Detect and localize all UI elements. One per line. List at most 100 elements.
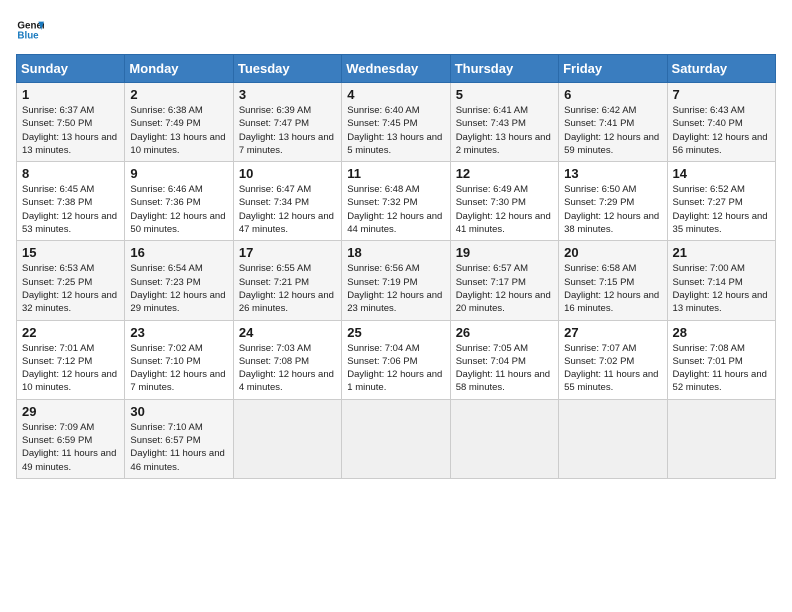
calendar-table: SundayMondayTuesdayWednesdayThursdayFrid…	[16, 54, 776, 479]
day-cell: 17 Sunrise: 6:55 AMSunset: 7:21 PMDayligh…	[233, 241, 341, 320]
day-number: 11	[347, 166, 444, 181]
day-cell: 13 Sunrise: 6:50 AMSunset: 7:29 PMDayligh…	[559, 162, 667, 241]
day-cell: 21 Sunrise: 7:00 AMSunset: 7:14 PMDayligh…	[667, 241, 775, 320]
header: General Blue	[16, 16, 776, 44]
day-detail: Sunrise: 6:41 AMSunset: 7:43 PMDaylight:…	[456, 105, 551, 156]
day-header-thursday: Thursday	[450, 55, 558, 83]
day-number: 19	[456, 245, 553, 260]
day-detail: Sunrise: 6:45 AMSunset: 7:38 PMDaylight:…	[22, 184, 117, 235]
day-cell	[559, 399, 667, 478]
day-cell: 14 Sunrise: 6:52 AMSunset: 7:27 PMDayligh…	[667, 162, 775, 241]
day-cell: 6 Sunrise: 6:42 AMSunset: 7:41 PMDaylight…	[559, 83, 667, 162]
day-number: 10	[239, 166, 336, 181]
day-cell: 3 Sunrise: 6:39 AMSunset: 7:47 PMDaylight…	[233, 83, 341, 162]
day-cell: 29Sunrise: 7:09 AMSunset: 6:59 PMDayligh…	[17, 399, 125, 478]
day-header-monday: Monday	[125, 55, 233, 83]
day-header-sunday: Sunday	[17, 55, 125, 83]
day-detail: Sunrise: 7:03 AMSunset: 7:08 PMDaylight:…	[239, 343, 334, 394]
day-detail: Sunrise: 6:52 AMSunset: 7:27 PMDaylight:…	[673, 184, 768, 235]
day-detail: Sunrise: 7:05 AMSunset: 7:04 PMDaylight:…	[456, 343, 550, 394]
week-row-3: 15 Sunrise: 6:53 AMSunset: 7:25 PMDayligh…	[17, 241, 776, 320]
day-detail: Sunrise: 7:09 AMSunset: 6:59 PMDaylight:…	[22, 422, 116, 473]
day-cell	[667, 399, 775, 478]
day-detail: Sunrise: 6:39 AMSunset: 7:47 PMDaylight:…	[239, 105, 334, 156]
day-cell	[450, 399, 558, 478]
day-number: 21	[673, 245, 770, 260]
week-row-5: 29Sunrise: 7:09 AMSunset: 6:59 PMDayligh…	[17, 399, 776, 478]
day-detail: Sunrise: 6:53 AMSunset: 7:25 PMDaylight:…	[22, 263, 117, 314]
day-detail: Sunrise: 7:02 AMSunset: 7:10 PMDaylight:…	[130, 343, 225, 394]
day-header-saturday: Saturday	[667, 55, 775, 83]
day-cell: 11 Sunrise: 6:48 AMSunset: 7:32 PMDayligh…	[342, 162, 450, 241]
day-number: 4	[347, 87, 444, 102]
day-number: 6	[564, 87, 661, 102]
day-detail: Sunrise: 6:43 AMSunset: 7:40 PMDaylight:…	[673, 105, 768, 156]
logo: General Blue	[16, 16, 44, 44]
day-detail: Sunrise: 6:40 AMSunset: 7:45 PMDaylight:…	[347, 105, 442, 156]
day-number: 16	[130, 245, 227, 260]
day-number: 9	[130, 166, 227, 181]
day-detail: Sunrise: 6:47 AMSunset: 7:34 PMDaylight:…	[239, 184, 334, 235]
day-header-wednesday: Wednesday	[342, 55, 450, 83]
day-detail: Sunrise: 6:48 AMSunset: 7:32 PMDaylight:…	[347, 184, 442, 235]
day-number: 7	[673, 87, 770, 102]
day-number: 26	[456, 325, 553, 340]
day-number: 17	[239, 245, 336, 260]
day-cell	[233, 399, 341, 478]
day-number: 23	[130, 325, 227, 340]
day-number: 14	[673, 166, 770, 181]
day-cell: 18Sunrise: 6:56 AMSunset: 7:19 PMDayligh…	[342, 241, 450, 320]
day-number: 22	[22, 325, 119, 340]
day-detail: Sunrise: 7:00 AMSunset: 7:14 PMDaylight:…	[673, 263, 768, 314]
day-cell: 4 Sunrise: 6:40 AMSunset: 7:45 PMDaylight…	[342, 83, 450, 162]
day-detail: Sunrise: 6:55 AMSunset: 7:21 PMDaylight:…	[239, 263, 334, 314]
day-cell: 30 Sunrise: 7:10 AMSunset: 6:57 PMDayligh…	[125, 399, 233, 478]
day-number: 1	[22, 87, 119, 102]
svg-text:Blue: Blue	[17, 30, 39, 41]
day-number: 3	[239, 87, 336, 102]
day-cell: 25 Sunrise: 7:04 AMSunset: 7:06 PMDayligh…	[342, 320, 450, 399]
day-cell: 28Sunrise: 7:08 AMSunset: 7:01 PMDayligh…	[667, 320, 775, 399]
day-detail: Sunrise: 7:08 AMSunset: 7:01 PMDaylight:…	[673, 343, 767, 394]
day-header-friday: Friday	[559, 55, 667, 83]
day-cell: 20 Sunrise: 6:58 AMSunset: 7:15 PMDayligh…	[559, 241, 667, 320]
calendar-body: 1 Sunrise: 6:37 AMSunset: 7:50 PMDaylight…	[17, 83, 776, 479]
day-cell: 16 Sunrise: 6:54 AMSunset: 7:23 PMDayligh…	[125, 241, 233, 320]
day-number: 20	[564, 245, 661, 260]
day-cell: 1 Sunrise: 6:37 AMSunset: 7:50 PMDaylight…	[17, 83, 125, 162]
day-number: 8	[22, 166, 119, 181]
day-number: 13	[564, 166, 661, 181]
day-cell: 8 Sunrise: 6:45 AMSunset: 7:38 PMDaylight…	[17, 162, 125, 241]
day-number: 25	[347, 325, 444, 340]
logo-icon: General Blue	[16, 16, 44, 44]
day-detail: Sunrise: 7:07 AMSunset: 7:02 PMDaylight:…	[564, 343, 658, 394]
day-cell: 12 Sunrise: 6:49 AMSunset: 7:30 PMDayligh…	[450, 162, 558, 241]
day-number: 30	[130, 404, 227, 419]
day-cell: 5Sunrise: 6:41 AMSunset: 7:43 PMDaylight…	[450, 83, 558, 162]
day-detail: Sunrise: 6:50 AMSunset: 7:29 PMDaylight:…	[564, 184, 659, 235]
day-detail: Sunrise: 7:10 AMSunset: 6:57 PMDaylight:…	[130, 422, 224, 473]
day-cell: 7 Sunrise: 6:43 AMSunset: 7:40 PMDaylight…	[667, 83, 775, 162]
day-cell: 26 Sunrise: 7:05 AMSunset: 7:04 PMDayligh…	[450, 320, 558, 399]
day-cell: 23 Sunrise: 7:02 AMSunset: 7:10 PMDayligh…	[125, 320, 233, 399]
day-cell: 24Sunrise: 7:03 AMSunset: 7:08 PMDayligh…	[233, 320, 341, 399]
day-detail: Sunrise: 6:54 AMSunset: 7:23 PMDaylight:…	[130, 263, 225, 314]
week-row-4: 22Sunrise: 7:01 AMSunset: 7:12 PMDayligh…	[17, 320, 776, 399]
day-detail: Sunrise: 6:56 AMSunset: 7:19 PMDaylight:…	[347, 263, 442, 314]
day-cell: 9 Sunrise: 6:46 AMSunset: 7:36 PMDaylight…	[125, 162, 233, 241]
day-cell: 27 Sunrise: 7:07 AMSunset: 7:02 PMDayligh…	[559, 320, 667, 399]
day-detail: Sunrise: 7:04 AMSunset: 7:06 PMDaylight:…	[347, 343, 442, 394]
week-row-1: 1 Sunrise: 6:37 AMSunset: 7:50 PMDaylight…	[17, 83, 776, 162]
day-number: 15	[22, 245, 119, 260]
day-detail: Sunrise: 6:46 AMSunset: 7:36 PMDaylight:…	[130, 184, 225, 235]
day-detail: Sunrise: 6:58 AMSunset: 7:15 PMDaylight:…	[564, 263, 659, 314]
calendar-header-row: SundayMondayTuesdayWednesdayThursdayFrid…	[17, 55, 776, 83]
day-detail: Sunrise: 6:37 AMSunset: 7:50 PMDaylight:…	[22, 105, 117, 156]
day-header-tuesday: Tuesday	[233, 55, 341, 83]
day-number: 2	[130, 87, 227, 102]
day-detail: Sunrise: 6:49 AMSunset: 7:30 PMDaylight:…	[456, 184, 551, 235]
day-number: 12	[456, 166, 553, 181]
day-cell: 10 Sunrise: 6:47 AMSunset: 7:34 PMDayligh…	[233, 162, 341, 241]
day-detail: Sunrise: 6:42 AMSunset: 7:41 PMDaylight:…	[564, 105, 659, 156]
day-number: 27	[564, 325, 661, 340]
